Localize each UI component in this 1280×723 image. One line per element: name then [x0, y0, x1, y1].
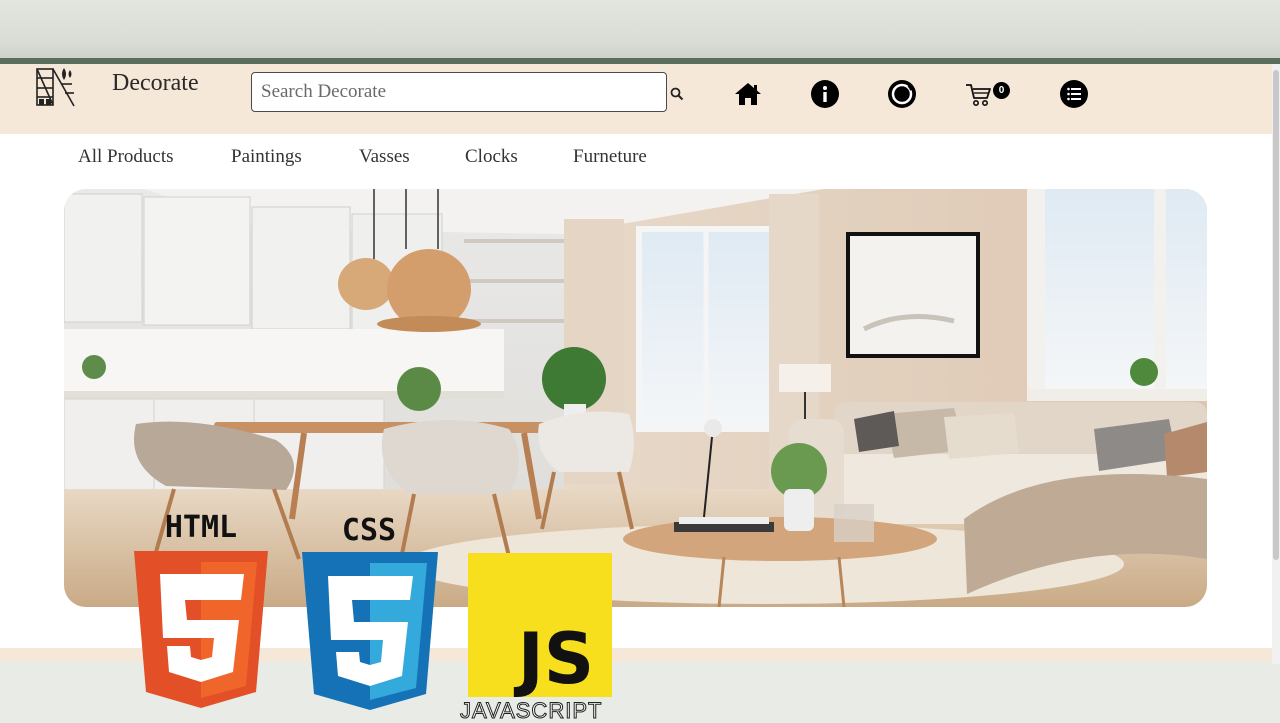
info-icon[interactable] [810, 79, 840, 109]
site-logo[interactable]: Decorate [34, 66, 199, 112]
cart-count-badge: 0 [993, 82, 1010, 99]
menu-icon[interactable] [1059, 79, 1089, 109]
ladder-shelf-icon [36, 68, 75, 107]
cart-icon[interactable] [965, 82, 993, 108]
footer-strip [0, 648, 1272, 662]
window-top-frame [0, 0, 1280, 58]
site-header: Decorate 0 [0, 64, 1272, 134]
web-page: Decorate 0 [0, 64, 1272, 662]
scrollbar-thumb[interactable] [1273, 70, 1279, 560]
hero-banner-image [64, 189, 1207, 607]
category-clocks[interactable]: Clocks [465, 146, 518, 168]
search-icon[interactable] [670, 87, 684, 101]
search-input[interactable] [251, 72, 667, 112]
account-icon[interactable] [887, 79, 917, 109]
category-nav: All Products Paintings Vasses Clocks Fur… [0, 134, 1272, 180]
category-paintings[interactable]: Paintings [231, 146, 302, 168]
page-scrollbar[interactable] [1272, 64, 1280, 664]
category-furneture[interactable]: Furneture [573, 146, 647, 168]
javascript-caption: JAVASCRIPT [459, 698, 603, 723]
brand-name: Decorate [112, 70, 199, 96]
category-vasses[interactable]: Vasses [359, 146, 410, 168]
home-icon[interactable] [733, 79, 763, 109]
category-all-products[interactable]: All Products [78, 146, 174, 168]
